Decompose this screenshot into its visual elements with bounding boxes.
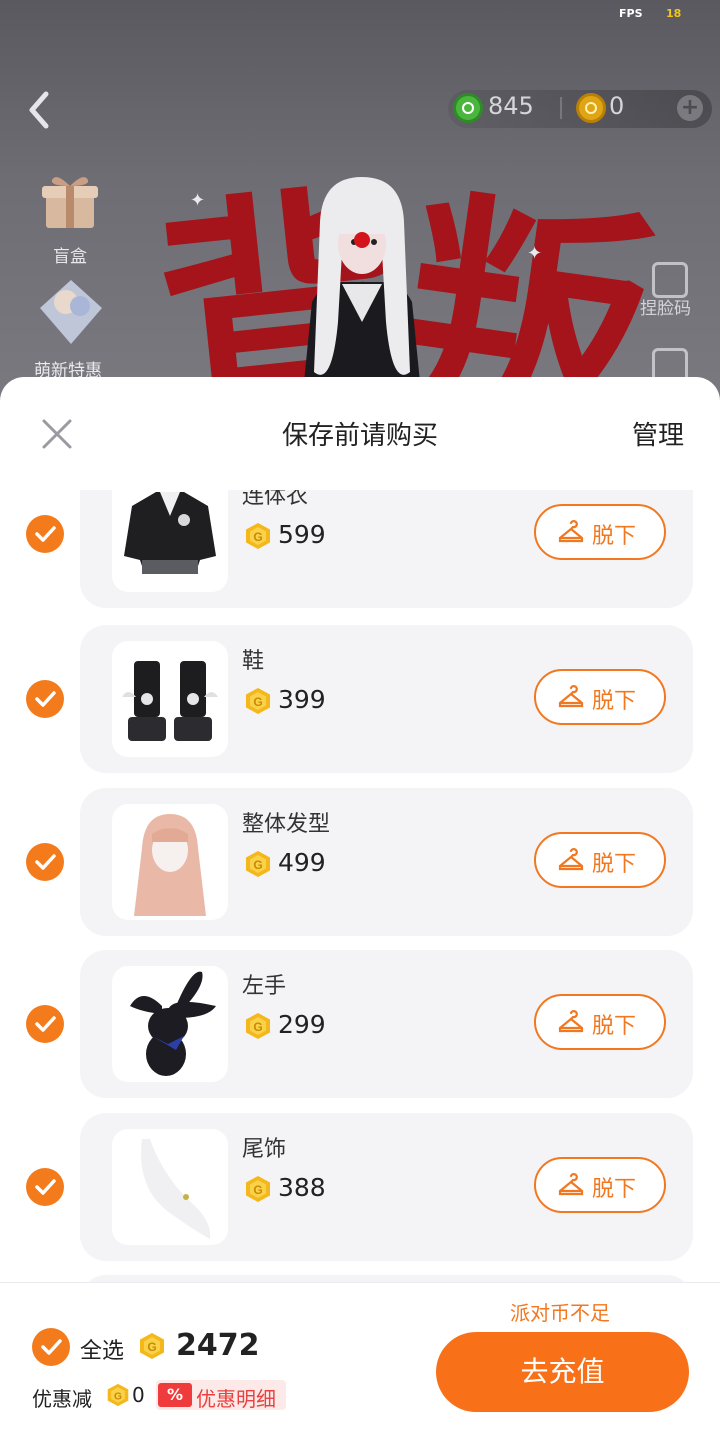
hanger-icon xyxy=(558,1173,584,1196)
sparkle-icon: ✦ xyxy=(190,190,206,211)
take-off-label: 脱下 xyxy=(592,524,637,549)
item-list: 连体衣 G 599 脱下鞋 G 399 脱下 整体发型 G 499 脱下 左手 G 299 脱下 尾饰 G 388… xyxy=(0,490,720,1283)
item-card: 左手 G 299 脱下 xyxy=(80,950,693,1098)
gold-coin-icon: G xyxy=(246,523,270,549)
fps-label: FPS xyxy=(619,7,643,20)
newbie-offer-icon[interactable] xyxy=(36,278,106,346)
onesie-thumbnail xyxy=(112,490,228,592)
item-checkbox[interactable] xyxy=(26,515,64,553)
item-price: 299 xyxy=(278,1010,326,1039)
gift-box-icon[interactable] xyxy=(40,172,100,232)
add-currency-button[interactable]: + xyxy=(677,95,703,121)
item-checkbox[interactable] xyxy=(26,1005,64,1043)
manage-button[interactable]: 管理 xyxy=(632,415,684,452)
take-off-button[interactable]: 脱下 xyxy=(534,994,666,1050)
gold-coin-icon: G xyxy=(246,1013,270,1039)
item-card: 尾饰 G 388 脱下 xyxy=(80,1113,693,1261)
take-off-label: 脱下 xyxy=(592,1177,637,1202)
discount-detail-button[interactable]: % 优惠明细 xyxy=(156,1380,286,1411)
item-card: 连体衣 G 599 脱下 xyxy=(80,490,693,608)
take-off-button[interactable]: 脱下 xyxy=(534,1157,666,1213)
sheet-header: 保存前请购买 管理 xyxy=(0,377,720,489)
item-price: 499 xyxy=(278,848,326,877)
sheet-title: 保存前请购买 xyxy=(281,421,438,451)
percent-badge: % xyxy=(158,1383,192,1407)
hanger-icon xyxy=(558,520,584,543)
take-off-label: 脱下 xyxy=(592,1014,637,1039)
item-name: 整体发型 xyxy=(242,812,331,837)
footer-divider xyxy=(0,1282,720,1283)
gold-coin-icon xyxy=(576,93,606,123)
gold-coin-balance: 0 xyxy=(609,92,625,120)
item-checkbox[interactable] xyxy=(26,1168,64,1206)
hanger-icon xyxy=(558,848,584,871)
gold-coin-icon: G xyxy=(140,1333,164,1359)
item-name: 左手 xyxy=(242,974,287,999)
blind-box-label[interactable]: 盲盒 xyxy=(53,242,87,267)
shoes-thumbnail xyxy=(112,641,228,757)
item-checkbox[interactable] xyxy=(26,680,64,718)
hanger-icon xyxy=(558,685,584,708)
take-off-label: 脱下 xyxy=(592,689,637,714)
take-off-button[interactable]: 脱下 xyxy=(534,504,666,560)
gold-coin-icon: G xyxy=(246,1176,270,1202)
item-price: 599 xyxy=(278,520,326,549)
svg-text:G: G xyxy=(253,695,262,709)
svg-text:G: G xyxy=(253,1183,262,1197)
item-card: 整体发型 G 499 脱下 xyxy=(80,788,693,936)
game-scene-background: FPS 18 背 叛 ✦ ✦ 845 0 + 盲盒 萌新特惠 捏脸码 xyxy=(0,0,720,400)
total-price: 2472 xyxy=(176,1328,260,1363)
fps-value: 18 xyxy=(666,7,682,20)
discount-value: 0 xyxy=(132,1383,145,1407)
hairstyle-thumbnail xyxy=(112,804,228,920)
purchase-sheet: 保存前请购买 管理 连体衣 G 599 脱下鞋 G 399 脱下 整体发型 G 499 脱下 左手 G 2… xyxy=(0,377,720,1440)
svg-text:G: G xyxy=(253,858,262,872)
svg-text:G: G xyxy=(147,1340,156,1354)
insufficient-coins-notice: 派对币不足 xyxy=(510,1301,610,1325)
face-code-label[interactable]: 捏脸码 xyxy=(640,294,691,319)
back-arrow-icon[interactable] xyxy=(22,88,62,132)
party-coin-icon xyxy=(453,93,483,123)
item-card: 鞋 G 399 脱下 xyxy=(80,625,693,773)
svg-text:G: G xyxy=(253,530,262,544)
item-name: 鞋 xyxy=(242,649,265,674)
discount-detail-label: 优惠明细 xyxy=(196,1387,276,1411)
bunny-plush-thumbnail xyxy=(112,966,228,1082)
take-off-button[interactable]: 脱下 xyxy=(534,669,666,725)
take-off-label: 脱下 xyxy=(592,852,637,877)
recharge-button[interactable]: 去充值 xyxy=(436,1332,689,1412)
item-price: 399 xyxy=(278,685,326,714)
item-name: 尾饰 xyxy=(242,1137,287,1162)
hanger-icon xyxy=(558,1010,584,1033)
item-name: 连体衣 xyxy=(242,490,309,509)
currency-divider xyxy=(560,97,562,119)
gold-coin-icon: G xyxy=(246,688,270,714)
select-all-label[interactable]: 全选 xyxy=(80,1333,124,1365)
select-all-checkbox[interactable] xyxy=(32,1328,70,1366)
avatar-character xyxy=(302,177,422,400)
gold-coin-icon: G xyxy=(246,851,270,877)
item-price: 388 xyxy=(278,1173,326,1202)
face-code-icon[interactable] xyxy=(652,262,688,298)
tail-thumbnail xyxy=(112,1129,228,1245)
discount-label: 优惠减 xyxy=(32,1387,92,1411)
svg-text:G: G xyxy=(253,1020,262,1034)
item-checkbox[interactable] xyxy=(26,843,64,881)
svg-text:G: G xyxy=(114,1391,122,1402)
take-off-button[interactable]: 脱下 xyxy=(534,832,666,888)
gold-coin-icon: G xyxy=(107,1383,129,1407)
sparkle-icon: ✦ xyxy=(527,243,543,264)
party-coin-balance: 845 xyxy=(488,92,534,120)
